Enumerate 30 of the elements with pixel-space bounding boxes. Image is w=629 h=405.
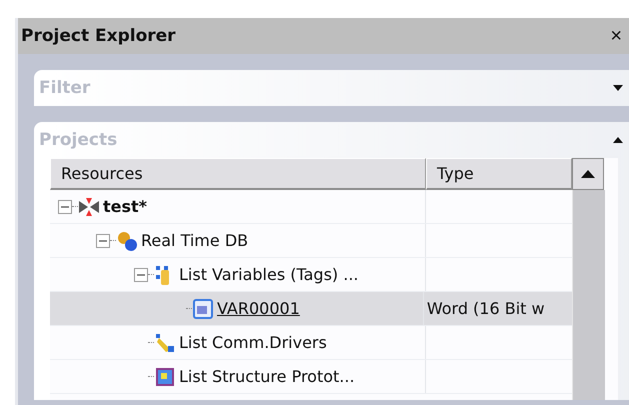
driver-icon <box>154 332 176 354</box>
gears-icon <box>116 230 138 252</box>
column-header[interactable]: Type <box>426 158 572 190</box>
tree-row[interactable]: VAR00001 Word (16 Bit w <box>50 292 572 326</box>
section-title: Filter <box>39 78 90 98</box>
collapse-icon[interactable] <box>612 136 624 144</box>
panel-title: Project Explorer <box>21 26 176 46</box>
collapse-toggle-icon[interactable] <box>58 200 72 214</box>
structure-icon <box>154 366 176 388</box>
scroll-up-button[interactable] <box>572 158 604 190</box>
tree-item-label: List Structure Protot... <box>179 367 355 386</box>
up-arrow-icon <box>581 170 595 178</box>
close-button[interactable]: × <box>610 24 622 48</box>
variable-icon <box>192 298 214 320</box>
project-icon <box>78 196 100 218</box>
tree-row[interactable]: test* <box>50 190 572 224</box>
type-cell-text: Word (16 Bit w <box>426 298 546 320</box>
collapse-toggle-icon[interactable] <box>96 234 110 248</box>
section-title: Projects <box>39 130 118 150</box>
tree-row[interactable]: Real Time DB <box>50 224 572 258</box>
tree-item-label: VAR00001 <box>217 299 300 318</box>
expand-icon[interactable] <box>612 84 624 92</box>
column-header[interactable]: Resources <box>50 158 426 190</box>
tree-item-label: Real Time DB <box>141 231 248 250</box>
tree-item-label: List Variables (Tags) ... <box>179 265 359 284</box>
tree-row[interactable]: List Structure Protot... <box>50 360 572 394</box>
tree-row[interactable]: List Comm.Drivers <box>50 326 572 360</box>
tree-item-label: List Comm.Drivers <box>179 333 327 352</box>
tree-item-label: test* <box>103 197 148 216</box>
collapse-toggle-icon[interactable] <box>134 268 148 282</box>
